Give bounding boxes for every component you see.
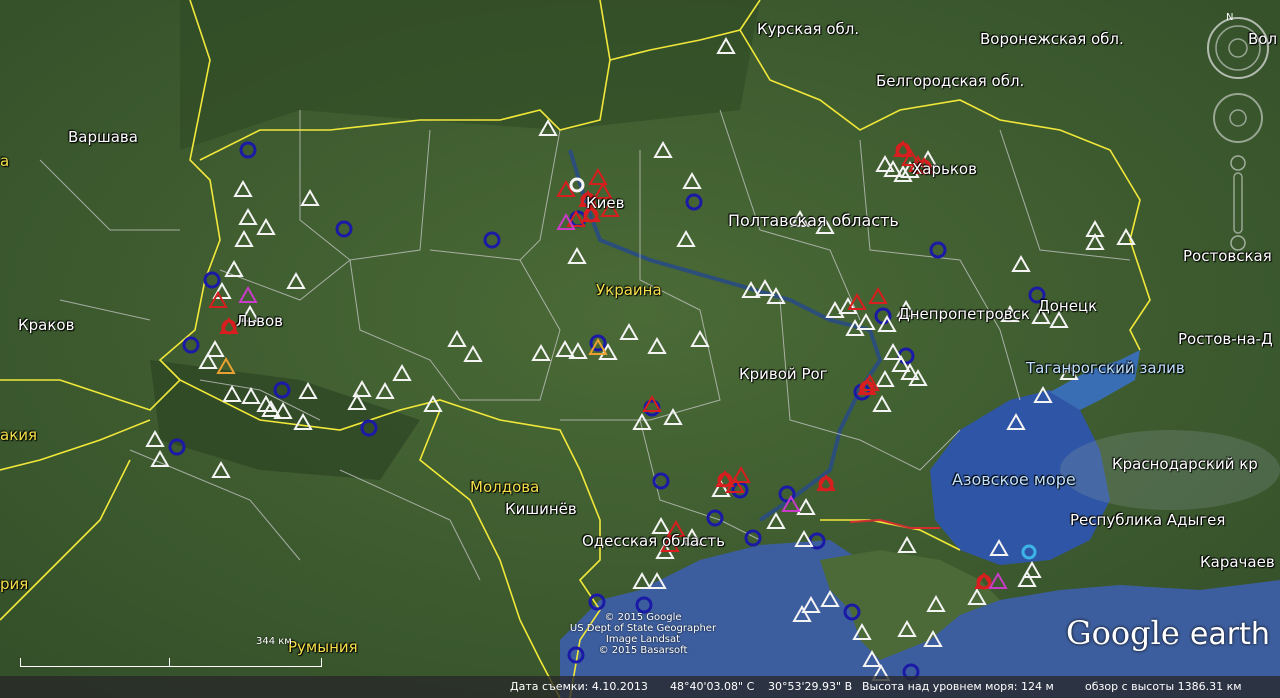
place-label: а bbox=[0, 152, 10, 170]
latitude: 48°40'03.08" С bbox=[670, 680, 755, 693]
place-label: Полтавская область bbox=[728, 211, 899, 230]
place-label: Республика Адыгея bbox=[1070, 511, 1226, 529]
attribution-line: Image Landsat bbox=[605, 634, 681, 645]
logo-google: Google bbox=[1066, 614, 1180, 652]
map-canvas[interactable] bbox=[0, 0, 1280, 698]
place-label: Таганрогский залив bbox=[1026, 359, 1185, 377]
navigation-controls[interactable]: N bbox=[1198, 8, 1278, 268]
scale-label: 344 км bbox=[256, 636, 292, 647]
longitude: 30°53'29.93" В bbox=[768, 680, 853, 693]
place-label: Белгородская обл. bbox=[876, 72, 1025, 90]
place-label: Днепропетровск bbox=[898, 305, 1030, 323]
scale-tick bbox=[169, 658, 170, 666]
imagery-date: Дата съемки: 4.10.2013 bbox=[510, 680, 648, 693]
attribution: © 2015 Google US Dept of State Geographe… bbox=[558, 612, 728, 656]
logo-earth: earth bbox=[1189, 617, 1270, 652]
scale-bar: 344 км bbox=[20, 636, 322, 668]
compass-ring[interactable] bbox=[1207, 17, 1269, 79]
place-label: рия bbox=[0, 575, 29, 593]
status-bar: Дата съемки: 4.10.2013 48°40'03.08" С 30… bbox=[0, 676, 1280, 698]
place-label: Воронежская обл. bbox=[980, 30, 1124, 48]
place-label: Ростов-на-Д bbox=[1178, 330, 1273, 348]
place-label: Харьков bbox=[912, 160, 977, 178]
place-label: Кривой Рог bbox=[739, 365, 828, 383]
place-label: Азовское море bbox=[952, 470, 1076, 489]
place-label: Варшава bbox=[68, 128, 138, 146]
scale-line bbox=[20, 658, 322, 667]
attribution-line: US Dept of State Geographer bbox=[569, 623, 717, 634]
place-label: Кишинёв bbox=[505, 500, 577, 518]
look-joystick[interactable] bbox=[1213, 93, 1263, 143]
place-label: Карачаев bbox=[1200, 553, 1275, 571]
zoom-slider[interactable] bbox=[1230, 155, 1246, 251]
place-label: Краков bbox=[18, 316, 75, 334]
google-earth-logo: Google earth bbox=[1066, 614, 1270, 652]
attribution-line: © 2015 Basarsoft bbox=[598, 645, 688, 656]
attribution-line: © 2015 Google bbox=[604, 612, 682, 623]
place-label: акия bbox=[0, 426, 38, 444]
elevation: Высота над уровнем моря: 124 м bbox=[862, 680, 1054, 693]
place-label: Молдова bbox=[470, 478, 540, 496]
place-label: Львов bbox=[236, 312, 283, 330]
north-letter: N bbox=[1226, 12, 1233, 23]
place-label: Донецк bbox=[1038, 297, 1098, 315]
place-label: Одесская область bbox=[582, 532, 725, 550]
place-label: Киев bbox=[586, 194, 625, 212]
eye-altitude: обзор с высоты 1386.31 км bbox=[1085, 680, 1242, 693]
place-label: Краснодарский кр bbox=[1112, 455, 1258, 473]
place-label: Украина bbox=[596, 281, 662, 299]
map-view[interactable]: Курская обл. Воронежская обл. Вол Белгор… bbox=[0, 0, 1280, 698]
place-label: Курская обл. bbox=[757, 20, 860, 38]
